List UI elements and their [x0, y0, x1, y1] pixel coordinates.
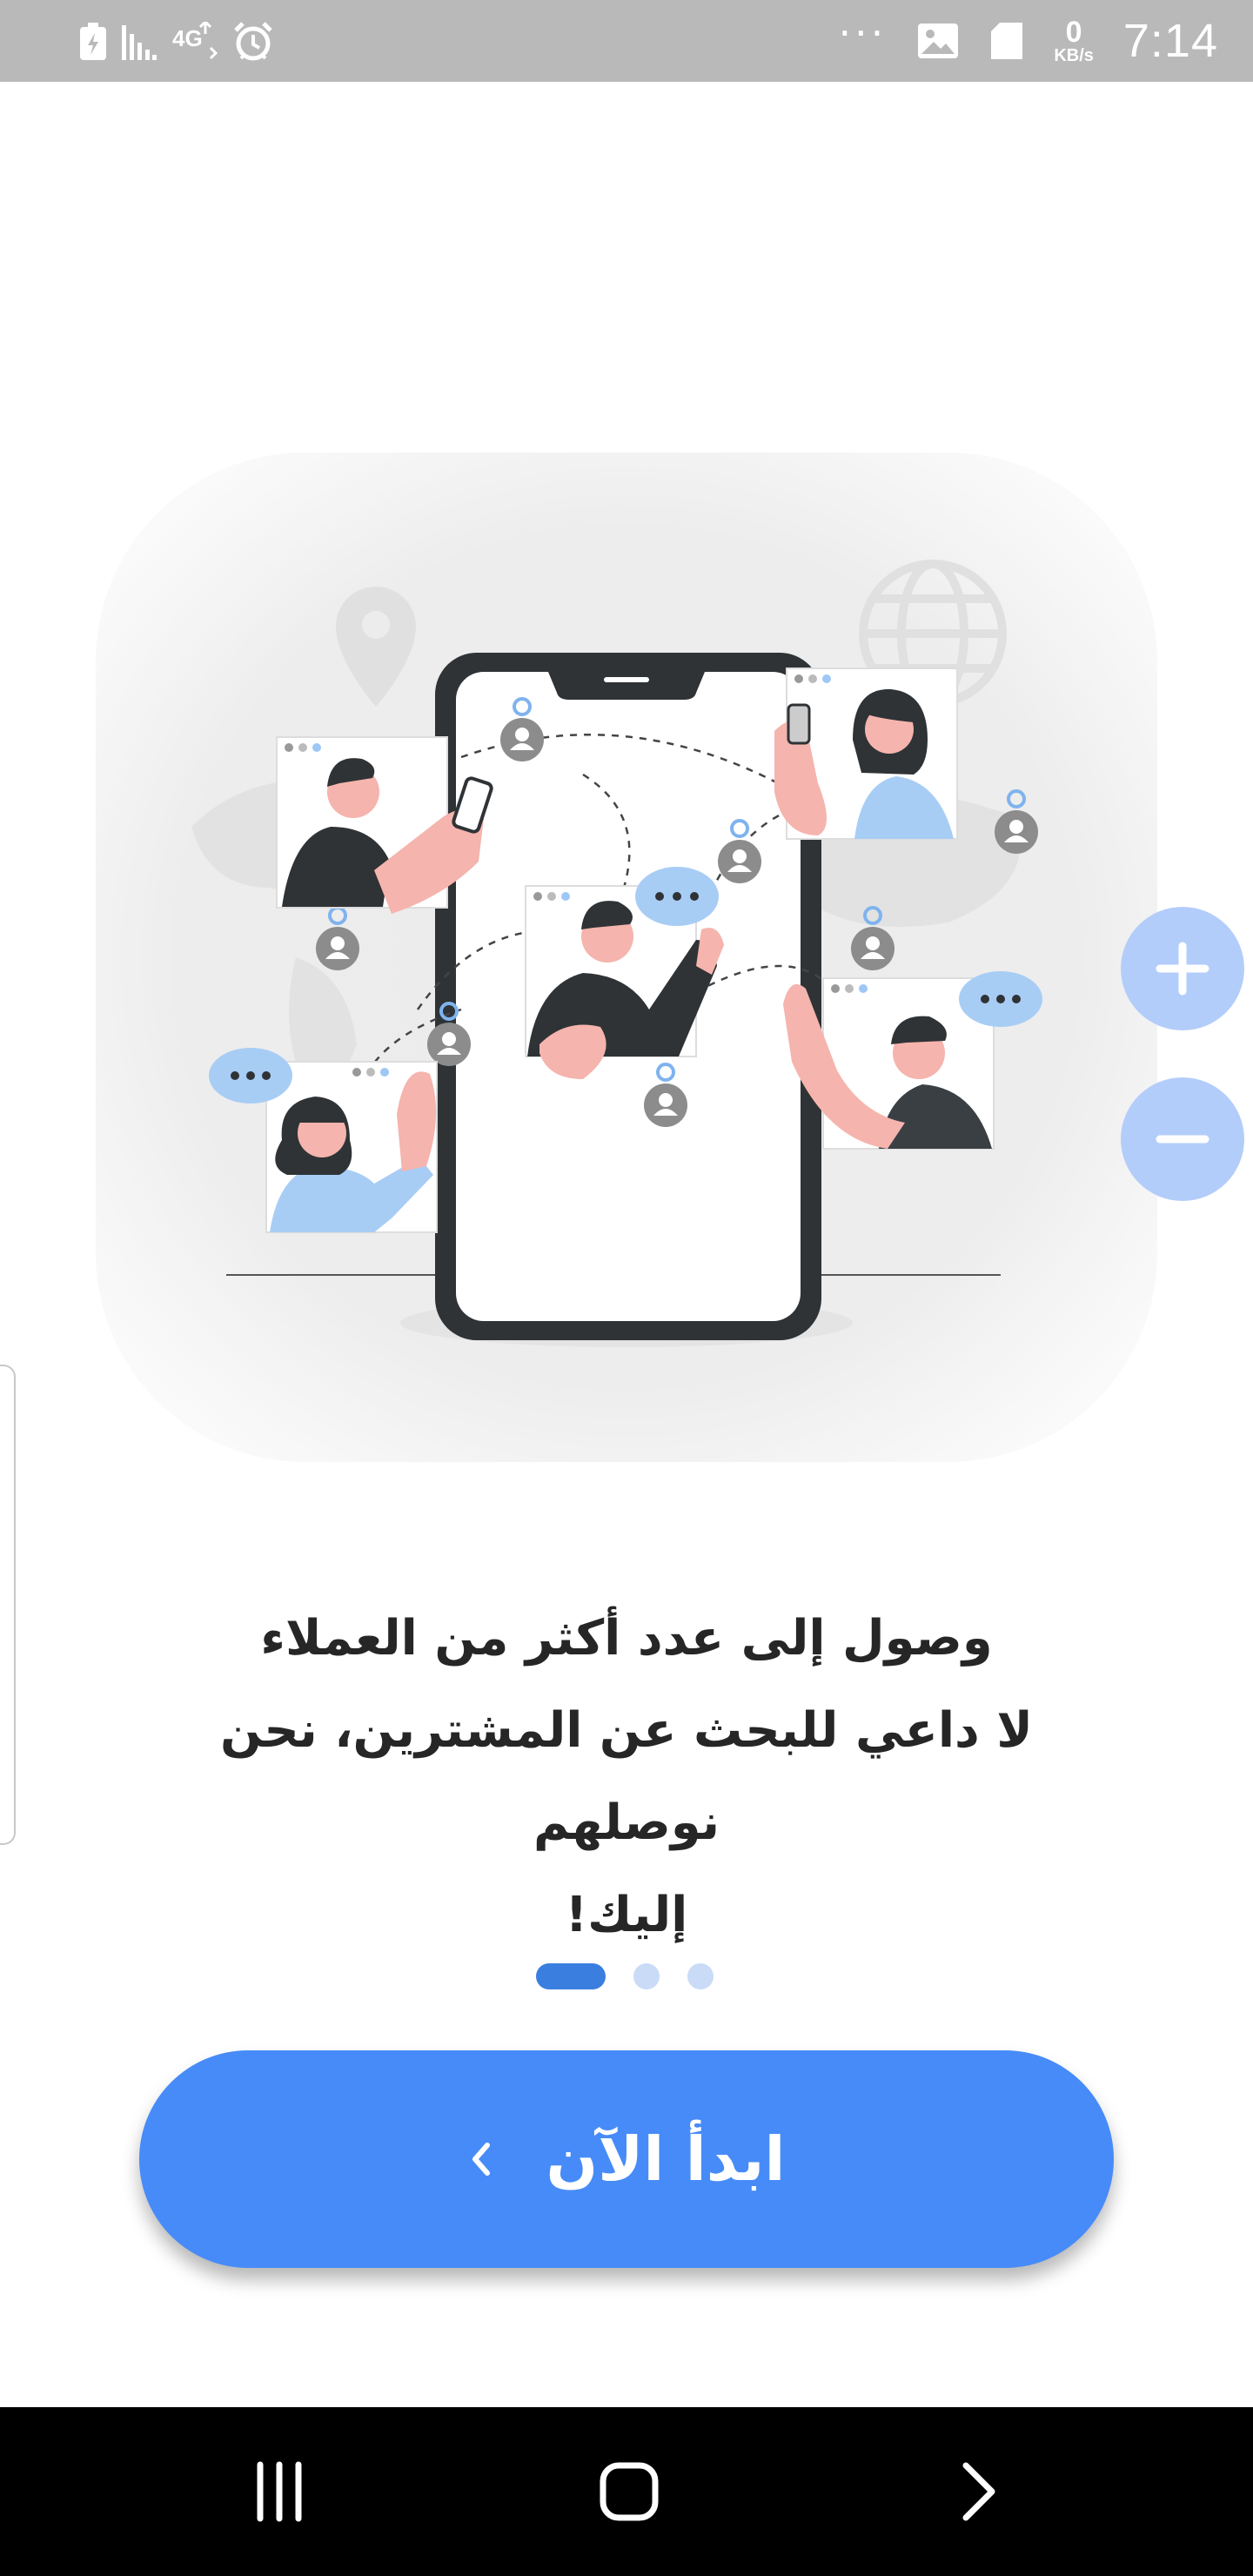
page-indicator-dot[interactable] — [687, 1963, 714, 1989]
4g-icon: 4G — [171, 22, 219, 62]
back-button[interactable] — [931, 2452, 1027, 2531]
page-indicator-dot[interactable] — [633, 1963, 660, 1989]
recents-button[interactable] — [231, 2452, 327, 2531]
user-card-bottom-left — [209, 1048, 438, 1233]
network-speed-unit: KB/s — [1054, 46, 1094, 65]
notification-overflow: ··· — [838, 10, 888, 57]
battery-saver-icon — [78, 22, 108, 62]
onboarding-subtitle-line-1: لا داعي للبحث عن المشترين، نحن نوصلهم — [220, 1702, 1033, 1851]
people-connecting-illustration — [191, 560, 1042, 1347]
onboarding-illustration — [96, 453, 1157, 1462]
start-now-label: ابدأ الآن — [546, 2123, 786, 2195]
zoom-in-button[interactable] — [1121, 907, 1244, 1030]
sd-card-icon — [989, 21, 1024, 61]
network-speed-value: 0 — [1065, 16, 1082, 49]
home-icon — [600, 2462, 659, 2521]
clock: 7:14 — [1122, 15, 1218, 67]
page-indicator-dot-active[interactable] — [536, 1963, 606, 1989]
status-icons-right: ··· 0 KB/s 7:14 — [838, 0, 1218, 82]
minus-icon — [1156, 1135, 1209, 1144]
status-icons-left: 4G — [78, 16, 275, 68]
user-card-bottom-right — [783, 971, 1042, 1150]
home-button[interactable] — [581, 2452, 677, 2531]
onboarding-title: وصول إلى عدد أكثر من العملاء — [260, 1610, 993, 1667]
back-icon — [962, 2462, 995, 2521]
onboarding-subtitle-line-2: إليك! — [565, 1887, 688, 1943]
status-bar: 4G ··· 0 KB/s 7:14 — [0, 0, 1253, 82]
user-card-center — [525, 867, 724, 1079]
location-pin-icon — [336, 587, 416, 707]
recents-icon — [257, 2461, 302, 2522]
page-indicator — [536, 1962, 714, 1991]
zoom-out-button[interactable] — [1121, 1077, 1244, 1201]
system-navigation-bar — [0, 2407, 1253, 2576]
plus-icon — [1156, 942, 1209, 996]
onboarding-text: وصول إلى عدد أكثر من العملاء لا داعي للب… — [131, 1593, 1122, 1962]
network-speed: 0 KB/s — [1054, 17, 1094, 64]
svg-text:4G: 4G — [172, 25, 203, 51]
user-card-top-right — [774, 667, 958, 840]
image-notification-icon — [916, 21, 960, 61]
signal-icon — [120, 22, 158, 62]
edge-panel-handle[interactable] — [0, 1365, 16, 1845]
start-now-button[interactable]: ابدأ الآن — [139, 2050, 1114, 2268]
alarm-icon — [231, 20, 275, 64]
chevron-left-icon — [468, 2140, 494, 2178]
